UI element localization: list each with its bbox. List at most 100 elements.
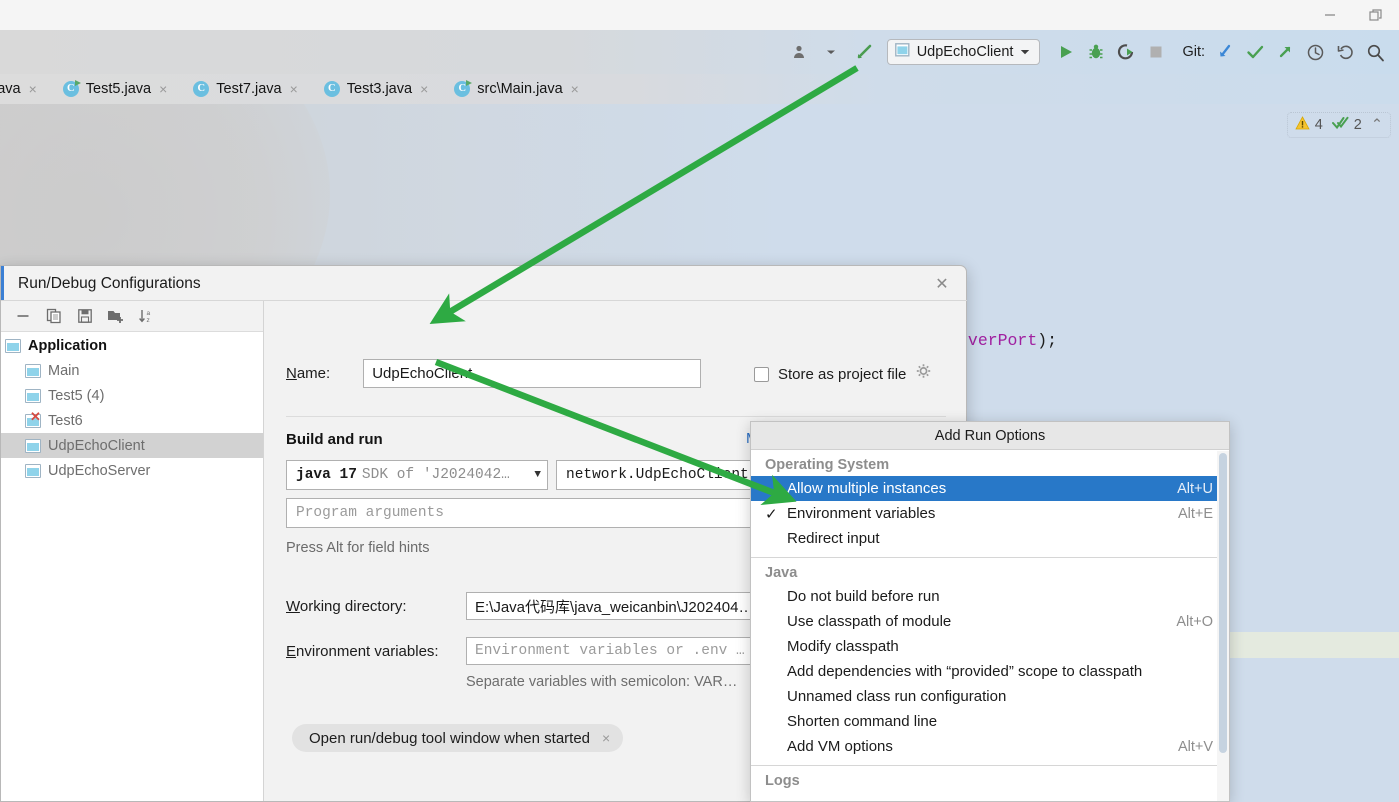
menu-item-allow-multiple-instances[interactable]: Allow multiple instances Alt+U [751, 476, 1229, 501]
warning-count: 4 [1314, 117, 1323, 133]
close-icon[interactable]: × [420, 81, 428, 97]
code-end: ); [1037, 331, 1058, 350]
java-class-icon: C [323, 80, 341, 98]
build-and-run-title: Build and run [286, 431, 383, 448]
svg-text:a: a [147, 310, 151, 317]
tree-item-udpechoserver[interactable]: UdpEchoServer [1, 458, 263, 483]
checkmark-icon: ✓ [765, 505, 778, 523]
debug-icon[interactable] [1082, 38, 1110, 66]
git-label: Git: [1182, 44, 1205, 60]
restore-button[interactable] [1353, 0, 1399, 30]
jre-selector[interactable]: java 17 SDK of 'J2024042… ▼ [286, 460, 548, 490]
tab-label: Test7.java [216, 81, 282, 97]
close-icon[interactable]: × [159, 81, 167, 97]
store-as-project-file-row[interactable]: Store as project file [754, 363, 932, 385]
dialog-accent-bar [1, 266, 4, 300]
close-icon[interactable]: × [602, 730, 610, 746]
popup-scrollbar[interactable] [1217, 451, 1229, 801]
run-icon[interactable] [1052, 38, 1080, 66]
window-titlebar [0, 0, 1399, 30]
tree-item-test6[interactable]: ✕ Test6 [1, 408, 263, 433]
update-project-icon[interactable] [1211, 38, 1239, 66]
main-toolbar: UdpEchoClient Git: [0, 30, 1399, 74]
menu-item-do-not-build-before-run[interactable]: Do not build before run [751, 584, 1229, 609]
name-row: Name: UdpEchoClient [286, 359, 702, 388]
push-icon[interactable] [1271, 38, 1299, 66]
history-icon[interactable] [1301, 38, 1329, 66]
menu-item-shorten-command-line[interactable]: Shorten command line [751, 709, 1229, 734]
menu-item-label: Do not build before run [787, 588, 940, 605]
save-icon[interactable] [71, 304, 98, 329]
svg-text:z: z [147, 317, 150, 324]
run-coverage-icon[interactable] [1112, 38, 1140, 66]
menu-item-modify-classpath[interactable]: Modify classpath [751, 634, 1229, 659]
run-configuration-selector[interactable]: UdpEchoClient [886, 39, 1041, 65]
commit-icon[interactable] [1241, 38, 1269, 66]
tree-item-main[interactable]: Main [1, 358, 263, 383]
close-icon[interactable]: × [571, 81, 579, 97]
close-icon[interactable]: ✕ [930, 273, 954, 295]
window-controls [1307, 0, 1399, 30]
tab-label: java [0, 81, 21, 97]
menu-item-label: Modify classpath [787, 638, 899, 655]
editor-tab-bar: java × C Test5.java × C Test7.java × C T… [0, 74, 1399, 104]
close-icon[interactable]: × [29, 81, 37, 97]
application-icon [25, 388, 41, 403]
java-class-icon: C [454, 79, 473, 98]
profile-icon[interactable] [787, 38, 815, 66]
store-as-project-file-checkbox[interactable] [754, 366, 769, 382]
menu-item-label: Add dependencies with “provided” scope t… [787, 663, 1143, 680]
editor-tab[interactable]: C Test5.java × [57, 74, 173, 104]
menu-item-redirect-input[interactable]: Redirect input [751, 526, 1229, 551]
build-icon[interactable] [851, 38, 879, 66]
sdk-description: SDK of 'J2024042… [361, 467, 510, 483]
inspection-widget[interactable]: 4 2 ⌃ [1286, 112, 1391, 138]
menu-item-environment-variables[interactable]: ✓ Environment variables Alt+E [751, 501, 1229, 526]
sort-icon[interactable]: a z [133, 304, 160, 329]
copy-icon[interactable] [40, 304, 67, 329]
ok-count: 2 [1353, 117, 1362, 133]
chevron-up-icon[interactable]: ⌃ [1371, 117, 1383, 133]
application-icon [5, 338, 21, 353]
menu-item-label: Unnamed class run configuration [787, 688, 1007, 705]
tree-item-label: UdpEchoClient [48, 437, 145, 454]
rollback-icon[interactable] [1331, 38, 1359, 66]
sdk-name: java 17 [296, 467, 357, 483]
menu-item-label: Environment variables [787, 505, 936, 522]
editor-tab[interactable]: java × [0, 74, 43, 104]
new-folder-icon[interactable] [102, 304, 129, 329]
application-icon [25, 463, 41, 478]
menu-item-add-vm-options[interactable]: Add VM options Alt+V [751, 734, 1229, 759]
stop-icon[interactable] [1142, 38, 1170, 66]
configurations-tree-panel: a z Application Main Test5 (4) ✕ Test6 U… [1, 301, 264, 801]
name-input[interactable]: UdpEchoClient [363, 359, 702, 388]
menu-item-use-classpath-of-module[interactable]: Use classpath of module Alt+O [751, 609, 1229, 634]
open-tool-window-chip[interactable]: Open run/debug tool window when started … [292, 724, 624, 752]
chevron-down-icon [1020, 44, 1030, 60]
tree-toolbar: a z [1, 301, 263, 332]
editor-tab[interactable]: C Test7.java × [187, 74, 303, 104]
gear-icon[interactable] [915, 363, 932, 385]
menu-item-label: Use classpath of module [787, 613, 952, 630]
menu-item-add-provided-dependencies[interactable]: Add dependencies with “provided” scope t… [751, 659, 1229, 684]
search-icon[interactable] [1361, 38, 1389, 66]
menu-group-operating-system: Operating System [765, 457, 890, 473]
remove-icon[interactable] [9, 304, 36, 329]
minimize-button[interactable] [1307, 0, 1353, 30]
menu-item-label: Allow multiple instances [787, 480, 947, 497]
scrollbar-thumb[interactable] [1219, 453, 1227, 753]
editor-tab[interactable]: C Test3.java × [318, 74, 434, 104]
tree-item-application[interactable]: Application [1, 333, 263, 358]
chevron-down-icon[interactable] [817, 38, 845, 66]
tree-item-udpechoclient[interactable]: UdpEchoClient [1, 433, 263, 458]
name-label: Name: [286, 365, 331, 382]
close-icon[interactable]: × [290, 81, 298, 97]
application-icon [25, 438, 41, 453]
editor-tab[interactable]: C src\Main.java × [448, 74, 585, 104]
run-config-name: UdpEchoClient [916, 44, 1014, 60]
tree-item-test5[interactable]: Test5 (4) [1, 383, 263, 408]
menu-item-unnamed-class-run-configuration[interactable]: Unnamed class run configuration [751, 684, 1229, 709]
field-hints-text: Press Alt for field hints [286, 540, 430, 556]
java-class-icon: C [62, 79, 81, 98]
tab-label: src\Main.java [477, 81, 563, 97]
